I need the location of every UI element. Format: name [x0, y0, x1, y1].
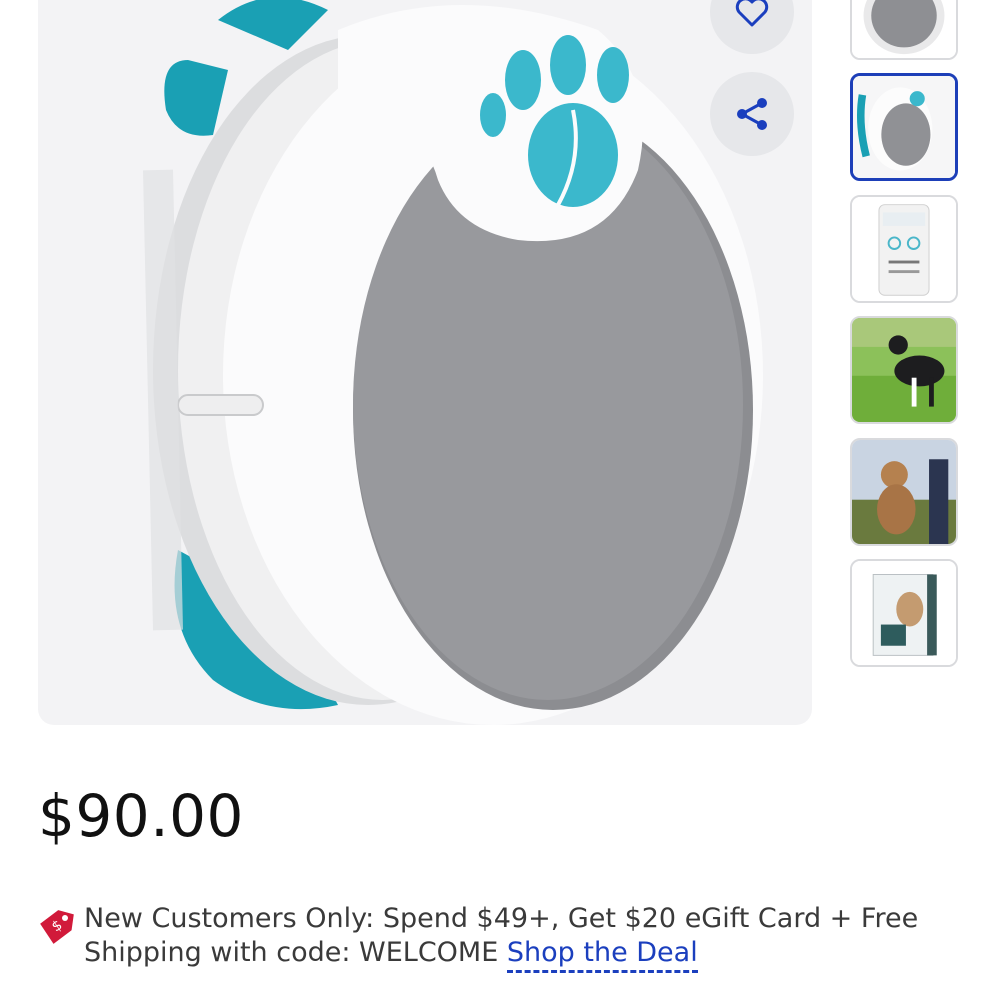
share-button[interactable]	[710, 72, 794, 156]
heart-icon	[735, 0, 769, 27]
thumbnail-phone-app[interactable]	[850, 195, 958, 303]
thumbnail-product-box[interactable]	[850, 559, 958, 667]
promo-message: New Customers Only: Spend $49+, Get $20 …	[84, 903, 919, 968]
share-icon	[737, 98, 767, 130]
main-product-image[interactable]	[38, 0, 812, 725]
product-price: $90.00	[38, 782, 244, 850]
shop-the-deal-link[interactable]: Shop the Deal	[506, 937, 698, 973]
tag-icon: $	[40, 910, 74, 944]
thumbnail-device-front[interactable]	[850, 0, 958, 60]
thumbnail-dog-field[interactable]	[850, 316, 958, 424]
product-illustration	[143, 0, 763, 725]
thumbnail-dog-owner[interactable]	[850, 438, 958, 546]
promo-text-block: New Customers Only: Spend $49+, Get $20 …	[84, 902, 924, 973]
thumbnail-device-side[interactable]	[850, 73, 958, 181]
